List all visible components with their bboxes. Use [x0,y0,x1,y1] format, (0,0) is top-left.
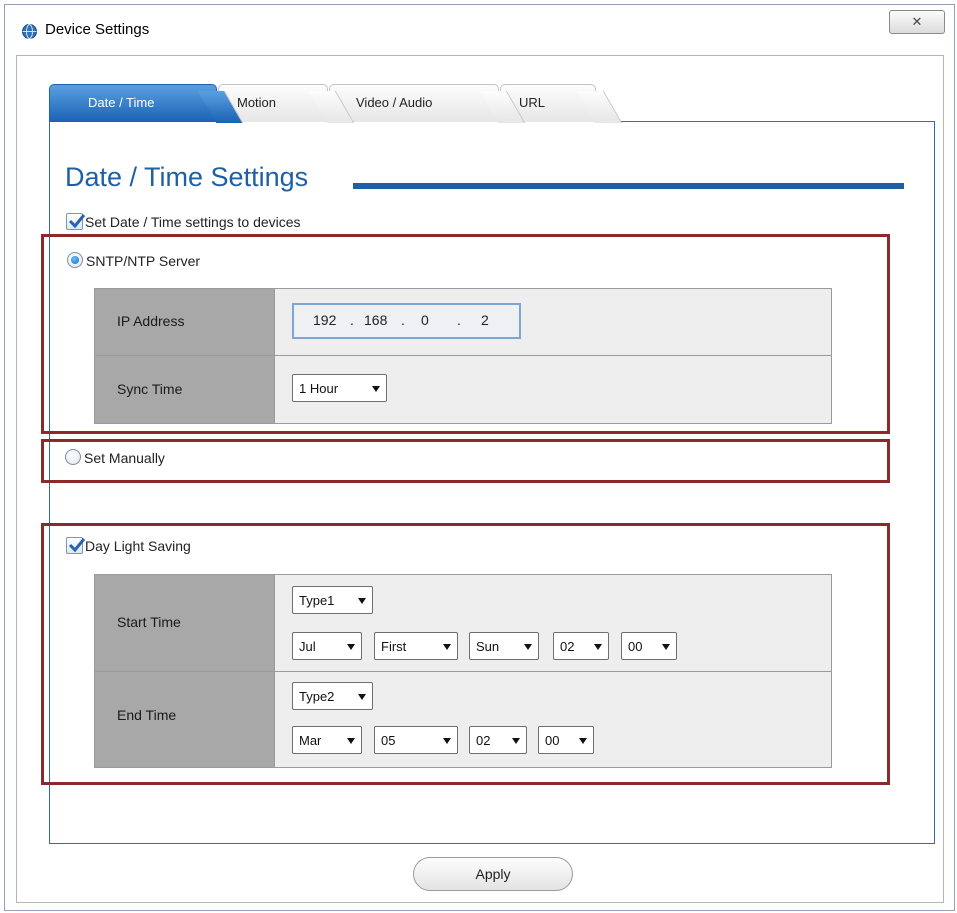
tab-video-audio[interactable]: Video / Audio [329,84,499,122]
dropdown-arrow-icon [662,644,670,650]
dropdown-arrow-icon [512,738,520,744]
end-minute-select[interactable]: 00 [538,726,594,754]
close-icon: ✕ [911,14,923,29]
sntp-radio[interactable] [67,252,83,268]
start-minute-select[interactable]: 00 [621,632,677,660]
day-light-saving-checkbox[interactable] [66,537,86,554]
end-minute-value: 00 [545,733,560,748]
ip-dot: . [401,312,405,328]
tab-label: Video / Audio [356,95,433,110]
dropdown-arrow-icon [358,694,366,700]
ip-octet-2[interactable]: 168 [364,312,387,328]
end-type-value: Type2 [299,689,335,704]
dropdown-arrow-icon [347,644,355,650]
title-underline [353,183,904,189]
ip-dot: . [350,312,354,328]
set-manually-label: Set Manually [84,450,165,466]
ip-octet-1[interactable]: 192 [313,312,336,328]
app-globe-icon [22,24,37,39]
end-month-select[interactable]: Mar [292,726,362,754]
day-light-saving-label: Day Light Saving [85,538,191,554]
dropdown-arrow-icon [372,386,380,392]
apply-label: Apply [475,866,511,882]
start-hour-value: 02 [560,639,575,654]
dropdown-arrow-icon [594,644,602,650]
ip-address-label: IP Address [117,313,185,329]
start-type-value: Type1 [299,593,335,608]
end-type-select[interactable]: Type2 [292,682,373,710]
start-week-select[interactable]: First [374,632,458,660]
manual-highlight-box [41,439,890,483]
tab-label: Date / Time [88,95,155,110]
ip-address-field[interactable]: 192 . 168 . 0 . 2 [292,303,521,339]
row-divider [95,355,831,356]
ip-dot: . [457,312,461,328]
close-button[interactable]: ✕ [889,10,945,34]
start-minute-value: 00 [628,639,643,654]
ip-octet-4[interactable]: 2 [481,312,489,328]
dropdown-arrow-icon [358,598,366,604]
dropdown-arrow-icon [524,644,532,650]
tab-date-time[interactable]: Date / Time [49,84,217,122]
start-time-label: Start Time [117,614,181,630]
dropdown-arrow-icon [579,738,587,744]
set-manually-radio[interactable] [65,449,81,465]
tab-label: Motion [237,95,277,110]
ip-octet-3[interactable]: 0 [421,312,429,328]
set-to-devices-label: Set Date / Time settings to devices [85,214,301,230]
window-title: Device Settings [45,21,150,38]
end-hour-value: 02 [476,733,491,748]
dropdown-arrow-icon [443,738,451,744]
checkmark-icon [68,214,86,229]
start-week-value: First [381,639,407,654]
sync-time-select[interactable]: 1 Hour [292,374,387,402]
set-to-devices-checkbox[interactable] [66,213,86,230]
sntp-label-column [95,289,275,423]
checkmark-icon [68,538,86,553]
end-hour-select[interactable]: 02 [469,726,527,754]
dropdown-arrow-icon [443,644,451,650]
end-time-label: End Time [117,707,177,723]
start-type-select[interactable]: Type1 [292,586,373,614]
end-month-value: Mar [299,733,322,748]
start-hour-select[interactable]: 02 [553,632,609,660]
start-day-select[interactable]: Sun [469,632,539,660]
start-month-select[interactable]: Jul [292,632,362,660]
start-day-value: Sun [476,639,500,654]
start-month-value: Jul [299,639,316,654]
apply-button[interactable]: Apply [413,857,573,891]
sntp-label: SNTP/NTP Server [86,253,201,269]
row-divider [95,671,831,672]
sync-time-value: 1 Hour [299,381,339,396]
end-date-select[interactable]: 05 [374,726,458,754]
dropdown-arrow-icon [347,738,355,744]
page-title: Date / Time Settings [65,162,309,192]
sync-time-label: Sync Time [117,381,183,397]
end-date-value: 05 [381,733,396,748]
